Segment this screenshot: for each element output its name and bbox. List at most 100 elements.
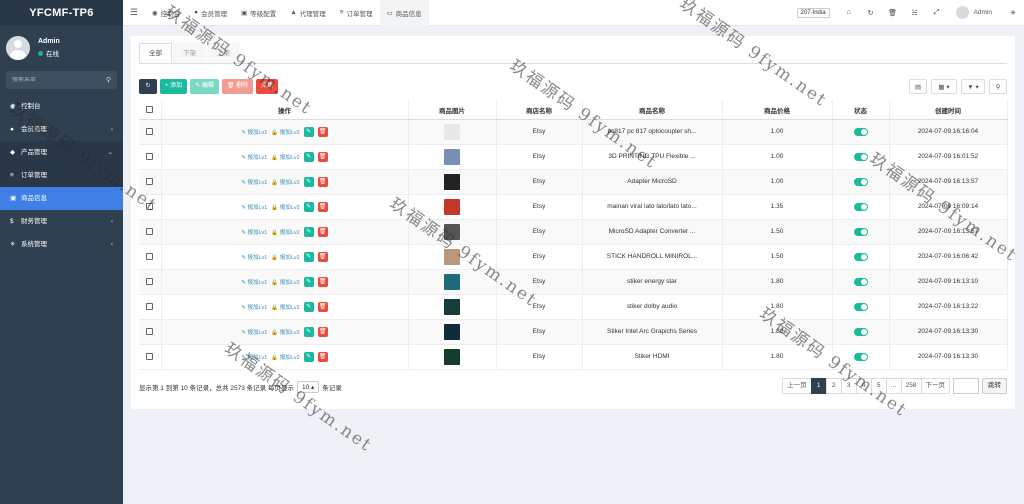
- boost-lv2-link[interactable]: 🔒 报加Lv2: [271, 253, 299, 261]
- boost-lv2-link[interactable]: 🔒 报加Lv2: [271, 178, 299, 186]
- table-row[interactable]: ✎ 报加Lv1 🔒 报加Lv2 ✎ 🗑 Etsy stiker dolby audio 1.…: [139, 294, 1008, 320]
- table-row[interactable]: ✎ 报加Lv1 🔒 报加Lv2 ✎ 🗑 Etsy Stiker HDMI 1.80 2024-…: [139, 344, 1008, 370]
- edit-row-button[interactable]: ✎: [303, 351, 314, 362]
- boost-lv2-link[interactable]: 🔒 报加Lv2: [271, 153, 299, 161]
- product-thumbnail[interactable]: [444, 223, 460, 240]
- boost-lv2-link[interactable]: 🔒 报加Lv2: [271, 228, 299, 236]
- sidebar-item-members[interactable]: ● 会员管理 ‹: [0, 118, 123, 141]
- per-page-select[interactable]: 10 ▴: [296, 381, 320, 393]
- product-thumbnail[interactable]: [444, 298, 460, 315]
- boost-lv1-link[interactable]: ✎ 报加Lv1: [241, 228, 267, 236]
- delete-row-button[interactable]: 🗑: [317, 301, 328, 312]
- region-badge[interactable]: 207-India: [796, 7, 830, 18]
- row-checkbox[interactable]: [146, 302, 154, 310]
- edit-row-button[interactable]: ✎: [303, 301, 314, 312]
- row-checkbox[interactable]: [146, 352, 154, 360]
- product-thumbnail[interactable]: [444, 173, 460, 190]
- menu-search-input[interactable]: [12, 77, 92, 83]
- edit-row-button[interactable]: ✎: [303, 251, 314, 262]
- sidebar-item-goods[interactable]: ▣ 商品信息: [0, 187, 123, 210]
- delete-button[interactable]: 🗑 删除: [221, 79, 254, 94]
- column-header[interactable]: 商品价格: [722, 101, 833, 120]
- page-button[interactable]: 4: [855, 378, 872, 394]
- product-thumbnail[interactable]: [444, 323, 460, 340]
- product-thumbnail[interactable]: [444, 123, 460, 140]
- refresh-button[interactable]: ↻: [139, 79, 157, 94]
- column-header[interactable]: 商品图片: [408, 101, 497, 120]
- tab-agents[interactable]: ▲ 代理管理: [283, 0, 332, 26]
- columns-button[interactable]: ▦ ▾: [931, 79, 957, 94]
- edit-row-button[interactable]: ✎: [303, 126, 314, 137]
- boost-lv1-link[interactable]: ✎ 报加Lv1: [241, 303, 267, 311]
- delete-row-button[interactable]: 🗑: [317, 351, 328, 362]
- column-header[interactable]: 创建时间: [889, 101, 1008, 120]
- status-toggle[interactable]: [853, 302, 868, 311]
- boost-lv1-link[interactable]: ✎ 报加Lv1: [241, 278, 267, 286]
- status-toggle[interactable]: [853, 152, 868, 161]
- product-thumbnail[interactable]: [444, 248, 460, 265]
- home-icon[interactable]: ⌂: [838, 9, 860, 16]
- product-thumbnail[interactable]: [444, 148, 460, 165]
- column-header[interactable]: 状态: [832, 101, 890, 120]
- edit-row-button[interactable]: ✎: [303, 201, 314, 212]
- boost-lv1-link[interactable]: ✎ 报加Lv1: [241, 353, 267, 361]
- boost-lv2-link[interactable]: 🔒 报加Lv2: [271, 278, 299, 286]
- delete-row-button[interactable]: 🗑: [317, 276, 328, 287]
- next-page-button[interactable]: 下一页: [920, 378, 950, 394]
- sidebar-item-products[interactable]: ◆ 产品管理 ⌄: [0, 141, 123, 164]
- boost-lv1-link[interactable]: ✎ 报加Lv1: [241, 328, 267, 336]
- delete-row-button[interactable]: 🗑: [317, 251, 328, 262]
- delete-row-button[interactable]: 🗑: [317, 151, 328, 162]
- column-header[interactable]: 商店名称: [496, 101, 583, 120]
- boost-lv1-link[interactable]: ✎ 报加Lv1: [241, 128, 267, 136]
- trash-icon[interactable]: 🗑: [882, 9, 904, 17]
- tab-levels[interactable]: ▣ 等级配置: [234, 0, 283, 26]
- brand-logo[interactable]: YFCMF-TP6: [0, 0, 123, 26]
- translate-icon[interactable]: ☵: [904, 9, 926, 17]
- sidebar-item-orders[interactable]: ≡ 订单管理: [0, 164, 123, 187]
- sidebar-item-dashboard[interactable]: ◉ 控制台: [0, 95, 123, 118]
- edit-row-button[interactable]: ✎: [303, 151, 314, 162]
- row-checkbox[interactable]: [146, 127, 154, 135]
- edit-row-button[interactable]: ✎: [303, 276, 314, 287]
- boost-lv2-link[interactable]: 🔒 报加Lv2: [271, 203, 299, 211]
- table-row[interactable]: ✎ 报加Lv1 🔒 报加Lv2 ✎ 🗑 Etsy MicroSD Adapter Conv…: [139, 219, 1008, 245]
- boost-lv2-link[interactable]: 🔒 报加Lv2: [271, 128, 299, 136]
- menu-toggle-icon[interactable]: ☰: [123, 7, 145, 18]
- product-thumbnail[interactable]: [444, 198, 460, 215]
- tab-offline[interactable]: 下架: [173, 43, 206, 63]
- tab-orders[interactable]: ≡ 订单管理: [333, 0, 380, 26]
- table-row[interactable]: ✎ 报加Lv1 🔒 报加Lv2 ✎ 🗑 Etsy Adapter MicroSD 1.00 2…: [139, 169, 1008, 195]
- table-row[interactable]: ✎ 报加Lv1 🔒 报加Lv2 ✎ 🗑 Etsy Stiker Intel Arc Gra…: [139, 319, 1008, 345]
- refresh-icon[interactable]: ↻: [860, 9, 882, 17]
- boost-lv1-link[interactable]: ✎ 报加Lv1: [241, 253, 267, 261]
- status-toggle[interactable]: [853, 177, 868, 186]
- row-checkbox[interactable]: [146, 152, 154, 160]
- page-button[interactable]: 3: [840, 378, 857, 394]
- delete-row-button[interactable]: 🗑: [317, 126, 328, 137]
- product-thumbnail[interactable]: [444, 348, 460, 365]
- sidebar-item-system[interactable]: ✳ 系统管理 ‹: [0, 233, 123, 256]
- edit-button[interactable]: ✎ 编辑: [190, 79, 219, 94]
- prev-page-button[interactable]: 上一页: [782, 378, 812, 394]
- boost-lv1-link[interactable]: ✎ 报加Lv1: [241, 153, 267, 161]
- add-button[interactable]: + 添加: [160, 79, 188, 94]
- status-toggle[interactable]: [853, 227, 868, 236]
- tab-dashboard[interactable]: ◉ 控制台: [145, 0, 187, 26]
- boost-lv1-link[interactable]: ✎ 报加Lv1: [241, 178, 267, 186]
- page-jump-input[interactable]: [953, 378, 979, 394]
- boost-lv1-link[interactable]: ✎ 报加Lv1: [241, 203, 267, 211]
- page-button[interactable]: 258: [900, 378, 922, 394]
- status-toggle[interactable]: [853, 252, 868, 261]
- boost-lv2-link[interactable]: 🔒 报加Lv2: [271, 303, 299, 311]
- avatar[interactable]: [955, 6, 969, 19]
- status-toggle[interactable]: [853, 327, 868, 336]
- status-toggle[interactable]: [853, 352, 868, 361]
- delete-row-button[interactable]: 🗑: [317, 226, 328, 237]
- select-all-checkbox[interactable]: [146, 106, 154, 114]
- row-checkbox[interactable]: [146, 177, 154, 185]
- export-button[interactable]: ▼ ▾: [961, 79, 985, 94]
- page-button[interactable]: 5: [870, 378, 887, 394]
- page-button[interactable]: 2: [825, 378, 842, 394]
- table-row[interactable]: ✎ 报加Lv1 🔒 报加Lv2 ✎ 🗑 Etsy STICK HANDROLL MINIR…: [139, 244, 1008, 270]
